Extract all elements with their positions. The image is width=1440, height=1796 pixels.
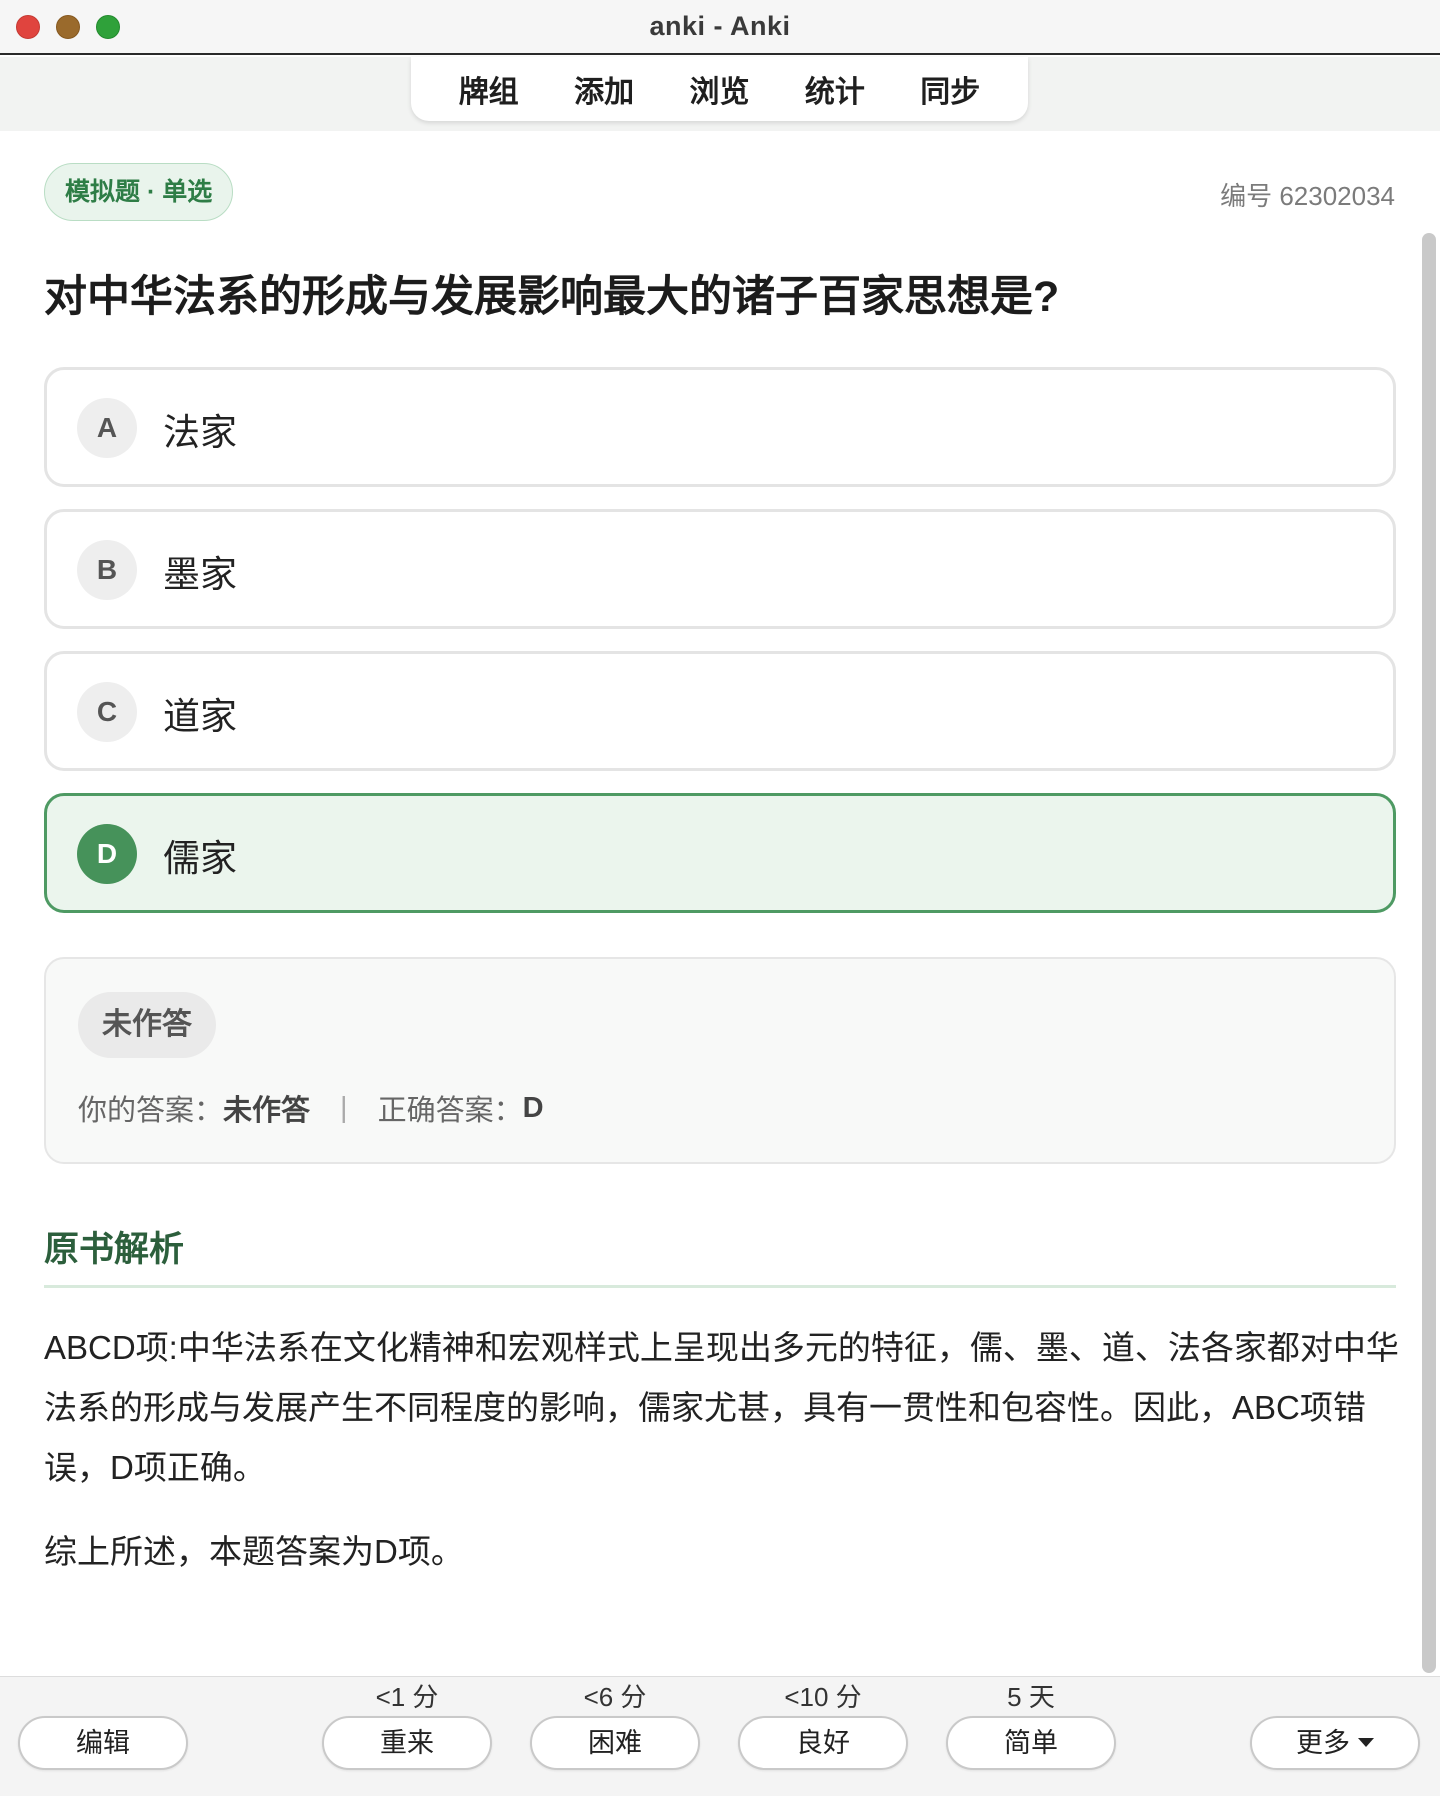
card-id: 编号 62302034	[1220, 181, 1395, 211]
again-button[interactable]: 重来	[322, 1716, 492, 1770]
option-text: 法家	[163, 412, 237, 453]
answer-result-panel: 未作答 你的答案： 未作答 | 正确答案： D	[44, 957, 1396, 1164]
option-d-correct[interactable]: D 儒家	[44, 793, 1396, 913]
review-bottom-bar	[0, 1676, 1440, 1796]
good-interval: <10 分	[784, 1682, 862, 1712]
option-b[interactable]: B 墨家	[44, 509, 1396, 629]
option-text: 儒家	[163, 838, 237, 879]
toolbar-sync[interactable]: 同步	[920, 67, 980, 111]
easy-button[interactable]: 简单	[946, 1716, 1116, 1770]
hard-button[interactable]: 困难	[530, 1716, 700, 1770]
option-text: 道家	[163, 696, 237, 737]
correct-answer-label: 正确答案：	[377, 1095, 523, 1127]
toolbar-browse[interactable]: 浏览	[689, 67, 749, 111]
answer-separator: |	[340, 1091, 348, 1124]
easy-interval: 5 天	[1007, 1682, 1055, 1712]
main-toolbar: 牌组 添加 浏览 统计 同步	[0, 57, 1440, 131]
option-letter: B	[77, 540, 137, 600]
explanation-body: ABCD项:中华法系在文化精神和宏观样式上呈现出多元的特征，儒、墨、道、法各家都…	[44, 1329, 1399, 1486]
more-button[interactable]: 更多	[1250, 1716, 1420, 1770]
correct-answer-value: D	[522, 1091, 544, 1124]
hard-interval: <6 分	[583, 1682, 647, 1712]
option-a[interactable]: A 法家	[44, 367, 1396, 487]
option-letter: C	[77, 682, 137, 742]
toolbar-add[interactable]: 添加	[574, 67, 634, 111]
option-letter: D	[77, 824, 137, 884]
scrollbar[interactable]	[1422, 233, 1436, 1673]
option-letter: A	[77, 398, 137, 458]
question-text: 对中华法系的形成与发展影响最大的诸子百家思想是?	[44, 273, 1060, 321]
toolbar-nav: 牌组 添加 浏览 统计 同步	[411, 57, 1028, 121]
answer-summary-line: 你的答案： 未作答 | 正确答案： D	[78, 1087, 544, 1129]
window-title: anki - Anki	[649, 11, 791, 41]
explanation-summary: 综上所述，本题答案为D项。	[44, 1533, 464, 1570]
option-text: 墨家	[163, 554, 237, 595]
more-button-label: 更多	[1296, 1728, 1350, 1758]
title-bar: anki - Anki	[0, 0, 1440, 55]
chevron-down-icon	[1358, 1738, 1374, 1748]
divider	[44, 1285, 1396, 1288]
again-interval: <1 分	[375, 1682, 439, 1712]
answer-status-badge: 未作答	[78, 992, 216, 1058]
question-type-badge: 模拟题 · 单选	[44, 163, 234, 221]
good-button[interactable]: 良好	[738, 1716, 908, 1770]
option-c[interactable]: C 道家	[44, 651, 1396, 771]
explanation-title: 原书解析	[44, 1230, 185, 1269]
toolbar-stats[interactable]: 统计	[805, 67, 865, 111]
toolbar-decks[interactable]: 牌组	[459, 67, 519, 111]
your-answer-value: 未作答	[223, 1095, 311, 1127]
edit-button[interactable]: 编辑	[18, 1716, 188, 1770]
your-answer-label: 你的答案：	[78, 1095, 224, 1127]
anki-window: anki - Anki 牌组 添加 浏览 统计 同步 模拟题 · 单选 编号 6…	[0, 0, 1440, 1796]
